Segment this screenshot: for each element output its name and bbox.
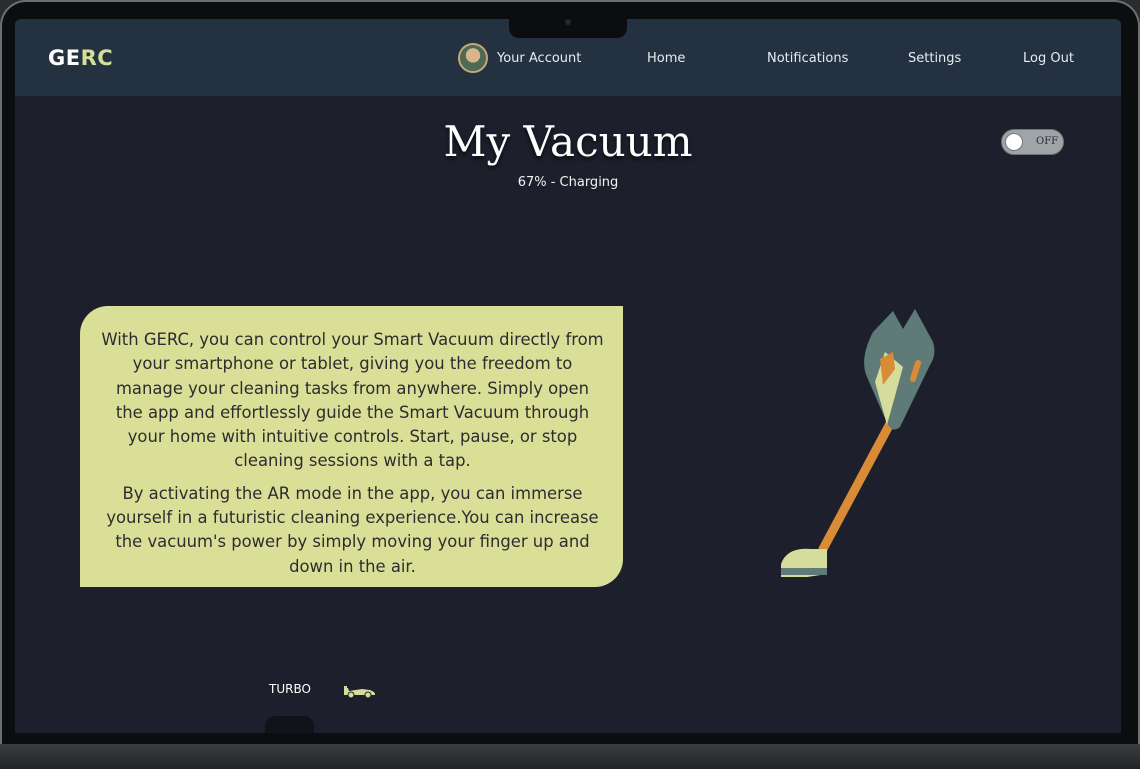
- turbo-label: TURBO: [269, 682, 311, 696]
- nav-your-account[interactable]: Your Account: [497, 51, 581, 66]
- brand-logo[interactable]: GERC: [48, 46, 113, 70]
- toggle-label: OFF: [1036, 136, 1059, 147]
- info-paragraph-1: With GERC, you can control your Smart Va…: [101, 330, 604, 471]
- nav-notifications[interactable]: Notifications: [767, 51, 848, 66]
- avatar[interactable]: [458, 43, 488, 73]
- info-paragraph-2: By activating the AR mode in the app, yo…: [106, 483, 599, 576]
- battery-status: 67% - Charging: [517, 175, 619, 190]
- vacuum-icon: [781, 309, 935, 577]
- page-title: My Vacuum: [443, 117, 693, 166]
- power-toggle[interactable]: OFF: [1001, 129, 1064, 155]
- toggle-knob: [1005, 133, 1023, 151]
- info-card: With GERC, you can control your Smart Va…: [80, 306, 623, 587]
- logo-part-2: RC: [80, 46, 114, 70]
- turbo-button[interactable]: [265, 716, 314, 733]
- race-car-icon: [344, 686, 375, 699]
- camera-icon: [565, 19, 571, 25]
- laptop-base: [0, 744, 1140, 769]
- nav-settings[interactable]: Settings: [908, 51, 961, 66]
- nav-home[interactable]: Home: [647, 51, 685, 66]
- logo-part-1: GE: [48, 46, 81, 70]
- nav-log-out[interactable]: Log Out: [1023, 51, 1074, 66]
- app-screen: GERC Your Account Home Notifications Set…: [15, 19, 1121, 733]
